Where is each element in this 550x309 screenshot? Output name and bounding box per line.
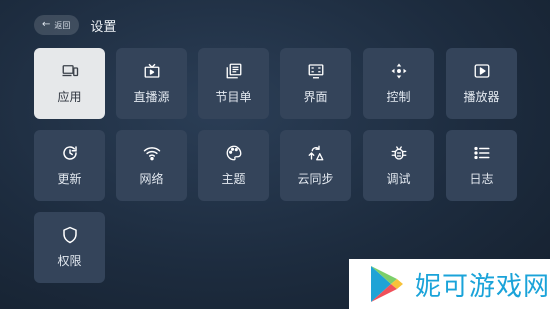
screen-icon <box>307 62 325 80</box>
tile-cloud-sync[interactable]: 云同步 <box>280 130 351 201</box>
top-bar: ← 返回 设置 <box>34 14 116 36</box>
play-store-logo-icon <box>370 266 403 302</box>
tile-debug[interactable]: 调试 <box>363 130 434 201</box>
tile-label: 界面 <box>303 90 328 104</box>
page-title: 设置 <box>90 19 117 35</box>
tile-theme[interactable]: 主题 <box>198 130 269 201</box>
play-icon <box>473 62 491 80</box>
tile-network[interactable]: 网络 <box>116 130 187 201</box>
tile-label: 直播源 <box>133 90 170 104</box>
tile-label: 云同步 <box>297 172 334 186</box>
arrow-left-icon: ← <box>42 19 51 30</box>
tile-label: 应用 <box>57 90 82 104</box>
palette-icon <box>225 144 243 162</box>
tile-label: 更新 <box>57 172 82 186</box>
tile-control[interactable]: 控制 <box>363 48 434 119</box>
tile-label: 调试 <box>386 172 411 186</box>
devices-icon <box>61 62 79 80</box>
tile-live-source[interactable]: 直播源 <box>116 48 187 119</box>
wifi-icon <box>143 144 161 162</box>
shield-icon <box>61 226 79 244</box>
tile-apps[interactable]: 应用 <box>34 48 105 119</box>
tile-interface[interactable]: 界面 <box>280 48 351 119</box>
tile-label: 控制 <box>386 90 411 104</box>
bug-icon <box>390 144 408 162</box>
cloud-sync-icon <box>307 144 325 162</box>
library-icon <box>225 62 243 80</box>
tile-label: 日志 <box>469 172 494 186</box>
tile-label: 权限 <box>57 254 82 268</box>
tile-player[interactable]: 播放器 <box>446 48 517 119</box>
tile-program-guide[interactable]: 节目单 <box>198 48 269 119</box>
tv-icon <box>143 62 161 80</box>
tile-log[interactable]: 日志 <box>446 130 517 201</box>
watermark: 妮可游戏网 <box>349 259 550 309</box>
back-button[interactable]: ← 返回 <box>34 15 80 35</box>
dpad-icon <box>390 62 408 80</box>
tile-label: 播放器 <box>463 90 500 104</box>
tile-label: 网络 <box>139 172 164 186</box>
tile-update[interactable]: 更新 <box>34 130 105 201</box>
watermark-text: 妮可游戏网 <box>414 271 550 302</box>
tile-label: 节目单 <box>215 90 252 104</box>
list-icon <box>473 144 491 162</box>
back-label: 返回 <box>54 20 71 30</box>
update-icon <box>61 144 79 162</box>
tile-label: 主题 <box>221 172 246 186</box>
tile-permissions[interactable]: 权限 <box>34 212 105 283</box>
